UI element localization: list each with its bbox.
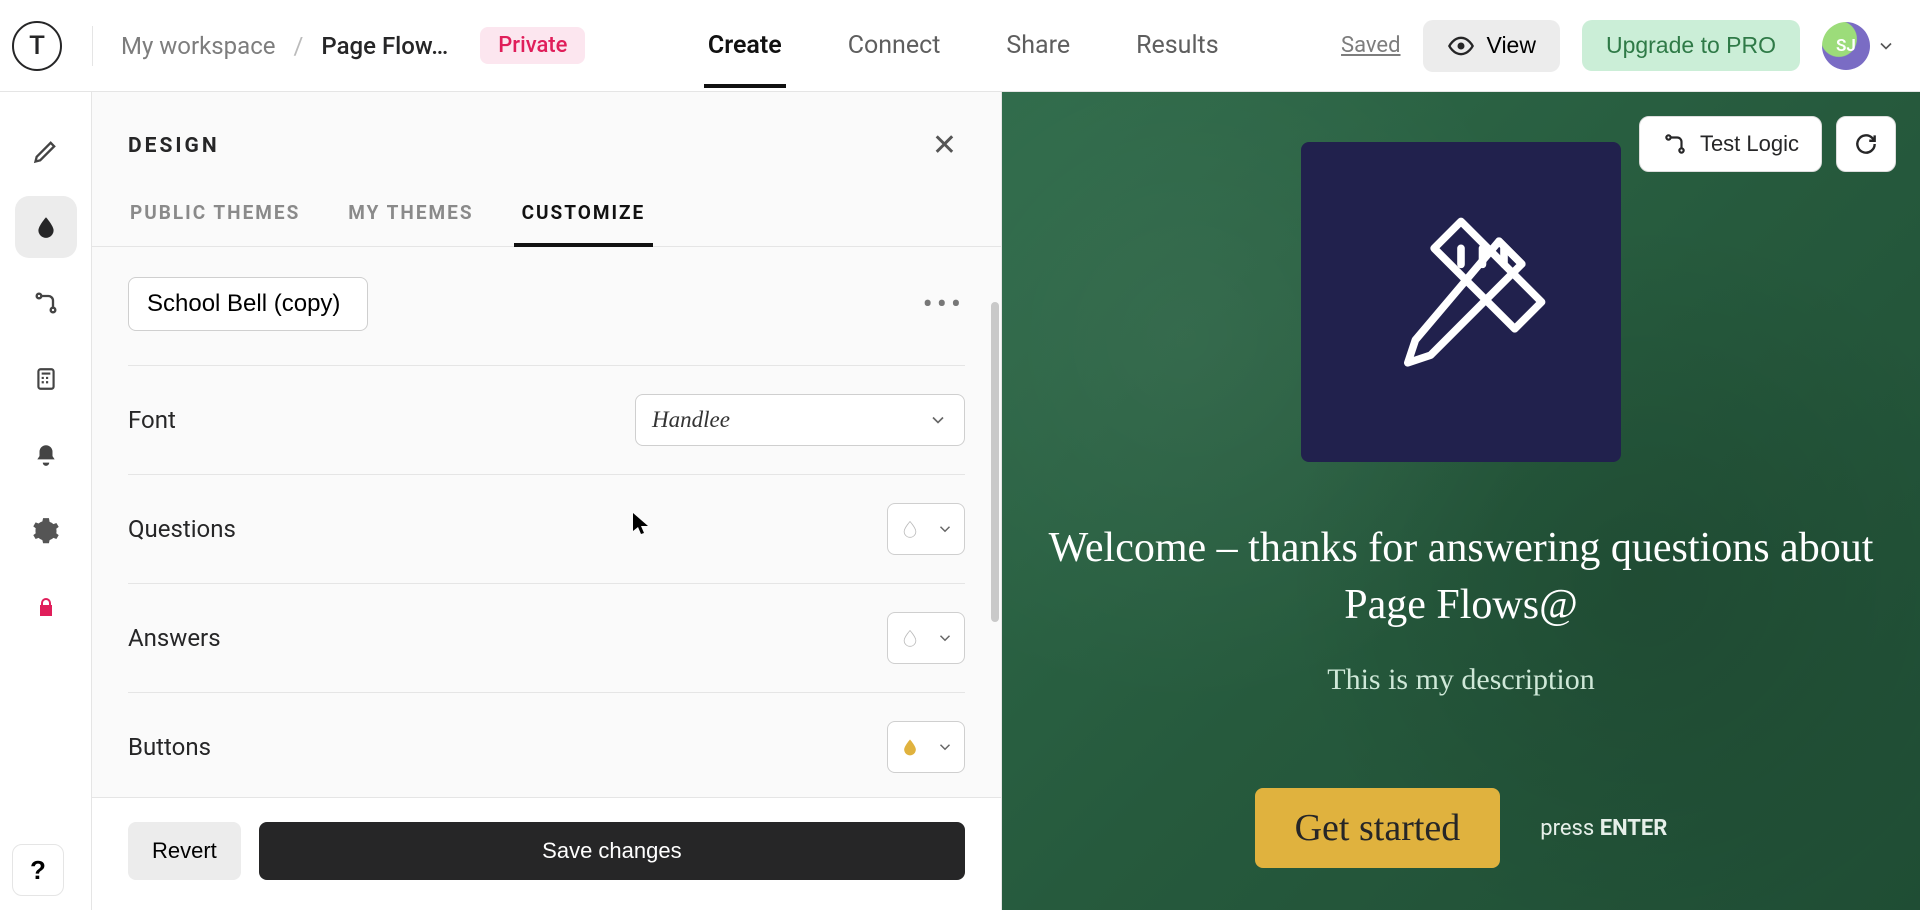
test-logic-button[interactable]: Test Logic xyxy=(1639,116,1822,172)
row-buttons: Buttons xyxy=(128,692,965,797)
flow-icon xyxy=(1662,131,1688,157)
welcome-description[interactable]: This is my description xyxy=(1327,663,1594,697)
sidebar-item-settings[interactable] xyxy=(15,500,77,562)
chevron-down-icon xyxy=(936,629,954,647)
test-logic-label: Test Logic xyxy=(1700,131,1799,157)
eye-icon xyxy=(1447,32,1475,60)
chevron-down-icon xyxy=(1876,36,1896,56)
drop-icon xyxy=(900,628,920,648)
chevron-down-icon xyxy=(936,738,954,756)
theme-more-button[interactable]: ••• xyxy=(923,287,965,322)
close-icon: ✕ xyxy=(932,129,957,162)
calculator-icon xyxy=(33,366,59,392)
upgrade-button[interactable]: Upgrade to PRO xyxy=(1582,20,1800,71)
breadcrumb-page[interactable]: Page Flow… xyxy=(321,32,448,60)
drop-icon xyxy=(900,737,920,757)
header-right: Saved View Upgrade to PRO SJ xyxy=(1341,20,1896,72)
breadcrumb-separator: / xyxy=(294,32,304,60)
close-panel-button[interactable]: ✕ xyxy=(924,124,965,167)
tab-create[interactable]: Create xyxy=(704,3,786,88)
gear-icon xyxy=(32,517,60,545)
preview-logo xyxy=(1301,142,1621,462)
font-value: Handlee xyxy=(652,407,730,433)
design-panel: DESIGN ✕ PUBLIC THEMES MY THEMES CUSTOMI… xyxy=(92,92,1002,910)
app-header: T My workspace / Page Flow… Private Crea… xyxy=(0,0,1920,92)
row-questions: Questions xyxy=(128,474,965,583)
label-answers: Answers xyxy=(128,624,221,652)
dots-icon: ••• xyxy=(923,287,965,322)
bell-icon xyxy=(33,442,59,468)
help-button[interactable]: ? xyxy=(12,844,64,896)
tab-connect[interactable]: Connect xyxy=(844,3,945,88)
breadcrumb: My workspace / Page Flow… Private xyxy=(121,27,585,64)
label-buttons: Buttons xyxy=(128,733,211,761)
panel-footer: Revert Save changes xyxy=(92,797,1001,910)
press-enter-hint: press ENTER xyxy=(1540,816,1667,841)
sidebar-item-design[interactable] xyxy=(15,196,77,258)
flow-icon xyxy=(32,289,60,317)
save-changes-button[interactable]: Save changes xyxy=(259,822,965,880)
sidebar-item-notifications[interactable] xyxy=(15,424,77,486)
app-body: ? DESIGN ✕ PUBLIC THEMES MY THEMES CUSTO… xyxy=(0,92,1920,910)
tab-share[interactable]: Share xyxy=(1002,3,1074,88)
get-started-button[interactable]: Get started xyxy=(1255,788,1501,868)
form-preview: Test Logic Welcome – thanks for answerin… xyxy=(1002,92,1920,910)
tab-results[interactable]: Results xyxy=(1132,3,1223,88)
sidebar-item-calculator[interactable] xyxy=(15,348,77,410)
tab-public-themes[interactable]: PUBLIC THEMES xyxy=(128,179,302,246)
label-font: Font xyxy=(128,406,176,434)
answers-color-picker[interactable] xyxy=(887,612,965,664)
panel-scroll[interactable]: ••• Font Handlee Questions xyxy=(92,247,1001,797)
saved-indicator[interactable]: Saved xyxy=(1341,33,1400,58)
theme-name-input[interactable] xyxy=(128,277,368,331)
app-logo-letter: T xyxy=(29,31,45,61)
view-label: View xyxy=(1487,32,1536,59)
sidebar-item-content[interactable] xyxy=(15,120,77,182)
avatar: SJ xyxy=(1822,22,1870,70)
tab-customize[interactable]: CUSTOMIZE xyxy=(520,179,648,246)
app-logo[interactable]: T xyxy=(12,21,62,71)
main-tabs: Create Connect Share Results xyxy=(704,3,1223,88)
refresh-icon xyxy=(1853,131,1879,157)
theme-name-row: ••• xyxy=(128,277,965,331)
chevron-down-icon xyxy=(936,520,954,538)
divider xyxy=(92,26,93,66)
view-button[interactable]: View xyxy=(1423,20,1560,72)
design-subtabs: PUBLIC THEMES MY THEMES CUSTOMIZE xyxy=(92,179,1001,247)
drop-icon xyxy=(33,214,59,240)
welcome-title[interactable]: Welcome – thanks for answering questions… xyxy=(1031,520,1891,633)
tab-my-themes[interactable]: MY THEMES xyxy=(346,179,475,246)
chevron-down-icon xyxy=(928,410,948,430)
revert-button[interactable]: Revert xyxy=(128,822,241,880)
pencil-icon xyxy=(32,137,60,165)
account-menu[interactable]: SJ xyxy=(1822,22,1896,70)
row-font: Font Handlee xyxy=(128,365,965,474)
pencil-ruler-icon xyxy=(1366,207,1556,397)
sidebar-item-logic[interactable] xyxy=(15,272,77,334)
drop-icon xyxy=(900,519,920,539)
preview-cta-row: Get started press ENTER xyxy=(1255,788,1668,868)
row-answers: Answers xyxy=(128,583,965,692)
sidebar xyxy=(0,92,92,910)
sidebar-item-access[interactable] xyxy=(15,576,77,638)
panel-title: DESIGN xyxy=(128,134,220,158)
refresh-preview-button[interactable] xyxy=(1836,116,1896,172)
preview-toolbar: Test Logic xyxy=(1639,116,1896,172)
questions-color-picker[interactable] xyxy=(887,503,965,555)
privacy-badge[interactable]: Private xyxy=(480,27,585,64)
lock-icon xyxy=(34,595,58,619)
buttons-color-picker[interactable] xyxy=(887,721,965,773)
breadcrumb-workspace[interactable]: My workspace xyxy=(121,32,276,60)
label-questions: Questions xyxy=(128,515,236,543)
font-select[interactable]: Handlee xyxy=(635,394,965,446)
